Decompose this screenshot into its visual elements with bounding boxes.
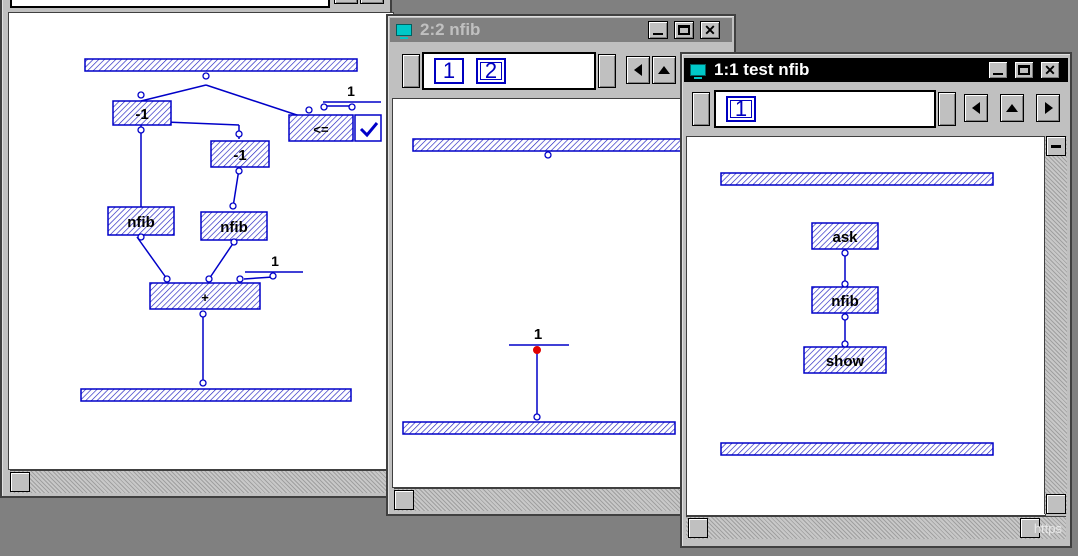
port bbox=[199, 310, 207, 318]
right-nav-next-button[interactable] bbox=[938, 92, 956, 126]
middle-tab-1[interactable]: 1 bbox=[434, 58, 464, 84]
right-toolbar: 1 bbox=[684, 86, 1068, 132]
port bbox=[533, 413, 541, 421]
port bbox=[841, 313, 849, 321]
port bbox=[236, 275, 244, 283]
right-scroll-left-button[interactable] bbox=[688, 518, 708, 538]
middle-up-arrow-button[interactable] bbox=[652, 56, 676, 84]
port bbox=[205, 275, 213, 283]
monitor-icon bbox=[690, 64, 706, 79]
middle-nav-prev-button[interactable] bbox=[402, 54, 420, 88]
right-scroll-up-button[interactable] bbox=[1046, 136, 1066, 156]
middle-tab-area: 1 2 bbox=[422, 52, 596, 90]
port bbox=[199, 379, 207, 387]
left-window: -1 -1 nfib nfib <= + 1 1 bbox=[0, 0, 394, 498]
right-node-nfib[interactable]: nfib bbox=[811, 286, 879, 314]
left-node-minus1-b[interactable]: -1 bbox=[210, 140, 270, 168]
port bbox=[229, 202, 237, 210]
port bbox=[269, 272, 277, 280]
right-arrow-icon bbox=[1045, 102, 1053, 114]
node-label: show bbox=[826, 353, 865, 370]
right-diagram: ask nfib show bbox=[720, 172, 994, 456]
port bbox=[230, 238, 238, 246]
port bbox=[163, 275, 171, 283]
left-constant-2: 1 bbox=[271, 253, 279, 269]
node-label: + bbox=[201, 290, 209, 305]
maximize-button[interactable] bbox=[674, 21, 694, 39]
right-horizontal-scrollbar[interactable] bbox=[686, 516, 1066, 539]
port bbox=[137, 233, 145, 241]
left-scroll-left-button[interactable] bbox=[10, 472, 30, 492]
port bbox=[305, 106, 313, 114]
left-window-toolbar bbox=[4, 0, 388, 12]
left-tab-area bbox=[10, 0, 330, 8]
port bbox=[544, 151, 552, 159]
middle-constant: 1 bbox=[534, 326, 542, 343]
left-node-leq[interactable]: <= bbox=[288, 114, 354, 142]
left-nav-extra-button[interactable] bbox=[360, 0, 384, 4]
right-nav-prev-button[interactable] bbox=[692, 92, 710, 126]
node-label: nfib bbox=[831, 293, 859, 310]
right-up-arrow-button[interactable] bbox=[1000, 94, 1024, 122]
right-vertical-scrollbar[interactable] bbox=[1044, 136, 1067, 514]
right-left-arrow-button[interactable] bbox=[964, 94, 988, 122]
close-button[interactable]: ✕ bbox=[700, 21, 720, 39]
port bbox=[841, 280, 849, 288]
middle-tab-2[interactable]: 2 bbox=[476, 58, 506, 84]
right-node-show[interactable]: show bbox=[803, 346, 887, 374]
right-canvas[interactable]: ask nfib show bbox=[686, 136, 1046, 516]
right-window: 1:1 test nfib ✕ 1 ask nfib show https bbox=[680, 52, 1072, 548]
minimize-button[interactable] bbox=[648, 21, 668, 39]
port bbox=[137, 91, 145, 99]
up-arrow-icon bbox=[1006, 104, 1018, 112]
right-window-title: 1:1 test nfib bbox=[714, 60, 810, 79]
left-diagram: -1 -1 nfib nfib <= + 1 1 bbox=[80, 58, 382, 402]
middle-titlebar[interactable]: 2:2 nfib ✕ bbox=[390, 18, 732, 42]
middle-scroll-left-button[interactable] bbox=[394, 490, 414, 510]
port bbox=[348, 103, 356, 111]
up-arrow-icon bbox=[658, 66, 670, 74]
left-arrow-icon bbox=[634, 64, 642, 76]
node-label: -1 bbox=[233, 147, 246, 164]
port bbox=[841, 340, 849, 348]
middle-window-title: 2:2 nfib bbox=[420, 20, 481, 39]
port bbox=[202, 72, 210, 80]
close-button[interactable]: ✕ bbox=[1040, 61, 1060, 79]
middle-left-arrow-button[interactable] bbox=[626, 56, 650, 84]
node-label: ask bbox=[832, 229, 858, 246]
left-constant-1: 1 bbox=[347, 83, 355, 99]
minimize-button[interactable] bbox=[988, 61, 1008, 79]
port bbox=[841, 249, 849, 257]
left-node-nfib-a[interactable]: nfib bbox=[107, 206, 175, 236]
left-node-minus1-a[interactable]: -1 bbox=[112, 100, 172, 126]
port-active bbox=[533, 346, 541, 354]
node-label: nfib bbox=[127, 214, 155, 231]
right-scroll-down-button[interactable] bbox=[1046, 494, 1066, 514]
right-right-arrow-button[interactable] bbox=[1036, 94, 1060, 122]
right-tab-area: 1 bbox=[714, 90, 936, 128]
left-arrow-icon bbox=[972, 102, 980, 114]
node-label: nfib bbox=[220, 219, 248, 236]
left-node-plus[interactable]: + bbox=[149, 282, 261, 310]
maximize-button[interactable] bbox=[1014, 61, 1034, 79]
right-node-ask[interactable]: ask bbox=[811, 222, 879, 250]
watermark-text: https bbox=[1033, 521, 1062, 536]
left-checkmark-button[interactable] bbox=[354, 114, 382, 142]
port bbox=[320, 103, 328, 111]
port bbox=[235, 167, 243, 175]
left-horizontal-scrollbar[interactable] bbox=[10, 470, 390, 493]
node-label: <= bbox=[313, 122, 329, 137]
port bbox=[235, 130, 243, 138]
left-node-nfib-b[interactable]: nfib bbox=[200, 211, 268, 241]
middle-nav-next-button[interactable] bbox=[598, 54, 616, 88]
right-titlebar[interactable]: 1:1 test nfib ✕ bbox=[684, 58, 1068, 82]
node-label: -1 bbox=[135, 106, 148, 123]
port bbox=[137, 126, 145, 134]
left-canvas[interactable]: -1 -1 nfib nfib <= + 1 1 bbox=[8, 12, 394, 470]
right-tab-1[interactable]: 1 bbox=[726, 96, 756, 122]
monitor-icon bbox=[396, 24, 412, 39]
left-nav-right-button[interactable] bbox=[334, 0, 358, 4]
